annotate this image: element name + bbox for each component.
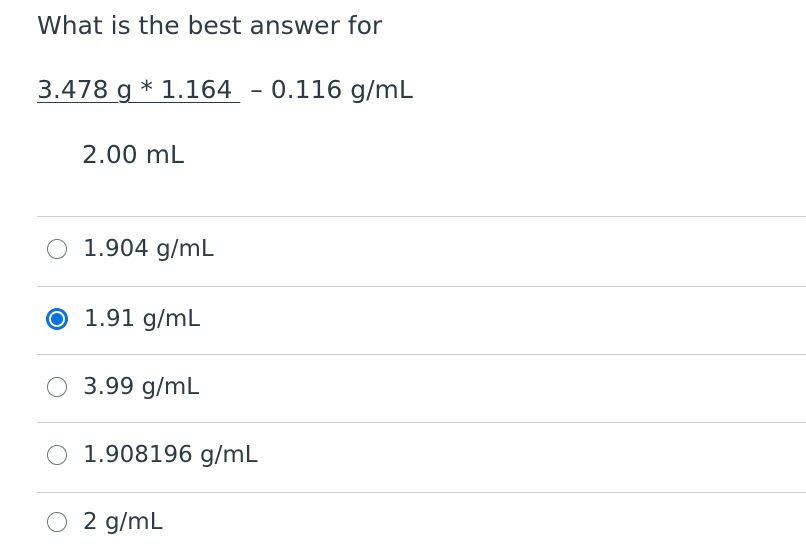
radio-button-checked[interactable]: [46, 308, 68, 330]
answer-option-label: 3.99 g/mL: [83, 374, 200, 400]
radio-button-unchecked[interactable]: [47, 377, 67, 397]
answer-option-4[interactable]: 1.908196 g/mL: [37, 423, 806, 487]
answer-option-label: 2 g/mL: [83, 509, 163, 535]
answer-option-3[interactable]: 3.99 g/mL: [37, 355, 806, 419]
answer-option-1[interactable]: 1.904 g/mL: [37, 217, 806, 281]
answer-option-2[interactable]: 1.91 g/mL: [37, 287, 806, 351]
radio-dot: [51, 313, 63, 325]
answer-option-label: 1.908196 g/mL: [83, 442, 258, 468]
expression-subtract: – 0.116 g/mL: [250, 75, 413, 104]
answer-option-5[interactable]: 2 g/mL: [37, 493, 806, 544]
answer-option-label: 1.91 g/mL: [84, 306, 201, 332]
radio-button-unchecked[interactable]: [47, 512, 67, 532]
quiz-question-page: What is the best answer for 3.478 g * 1.…: [0, 0, 806, 544]
question-prompt: What is the best answer for: [37, 11, 383, 40]
expression-denominator: 2.00 mL: [82, 140, 184, 169]
expression-line: 3.478 g * 1.164 – 0.116 g/mL: [37, 74, 413, 106]
radio-button-unchecked[interactable]: [47, 239, 67, 259]
answer-option-label: 1.904 g/mL: [83, 236, 214, 262]
radio-button-unchecked[interactable]: [47, 445, 67, 465]
expression-numerator: 3.478 g * 1.164: [37, 75, 241, 104]
